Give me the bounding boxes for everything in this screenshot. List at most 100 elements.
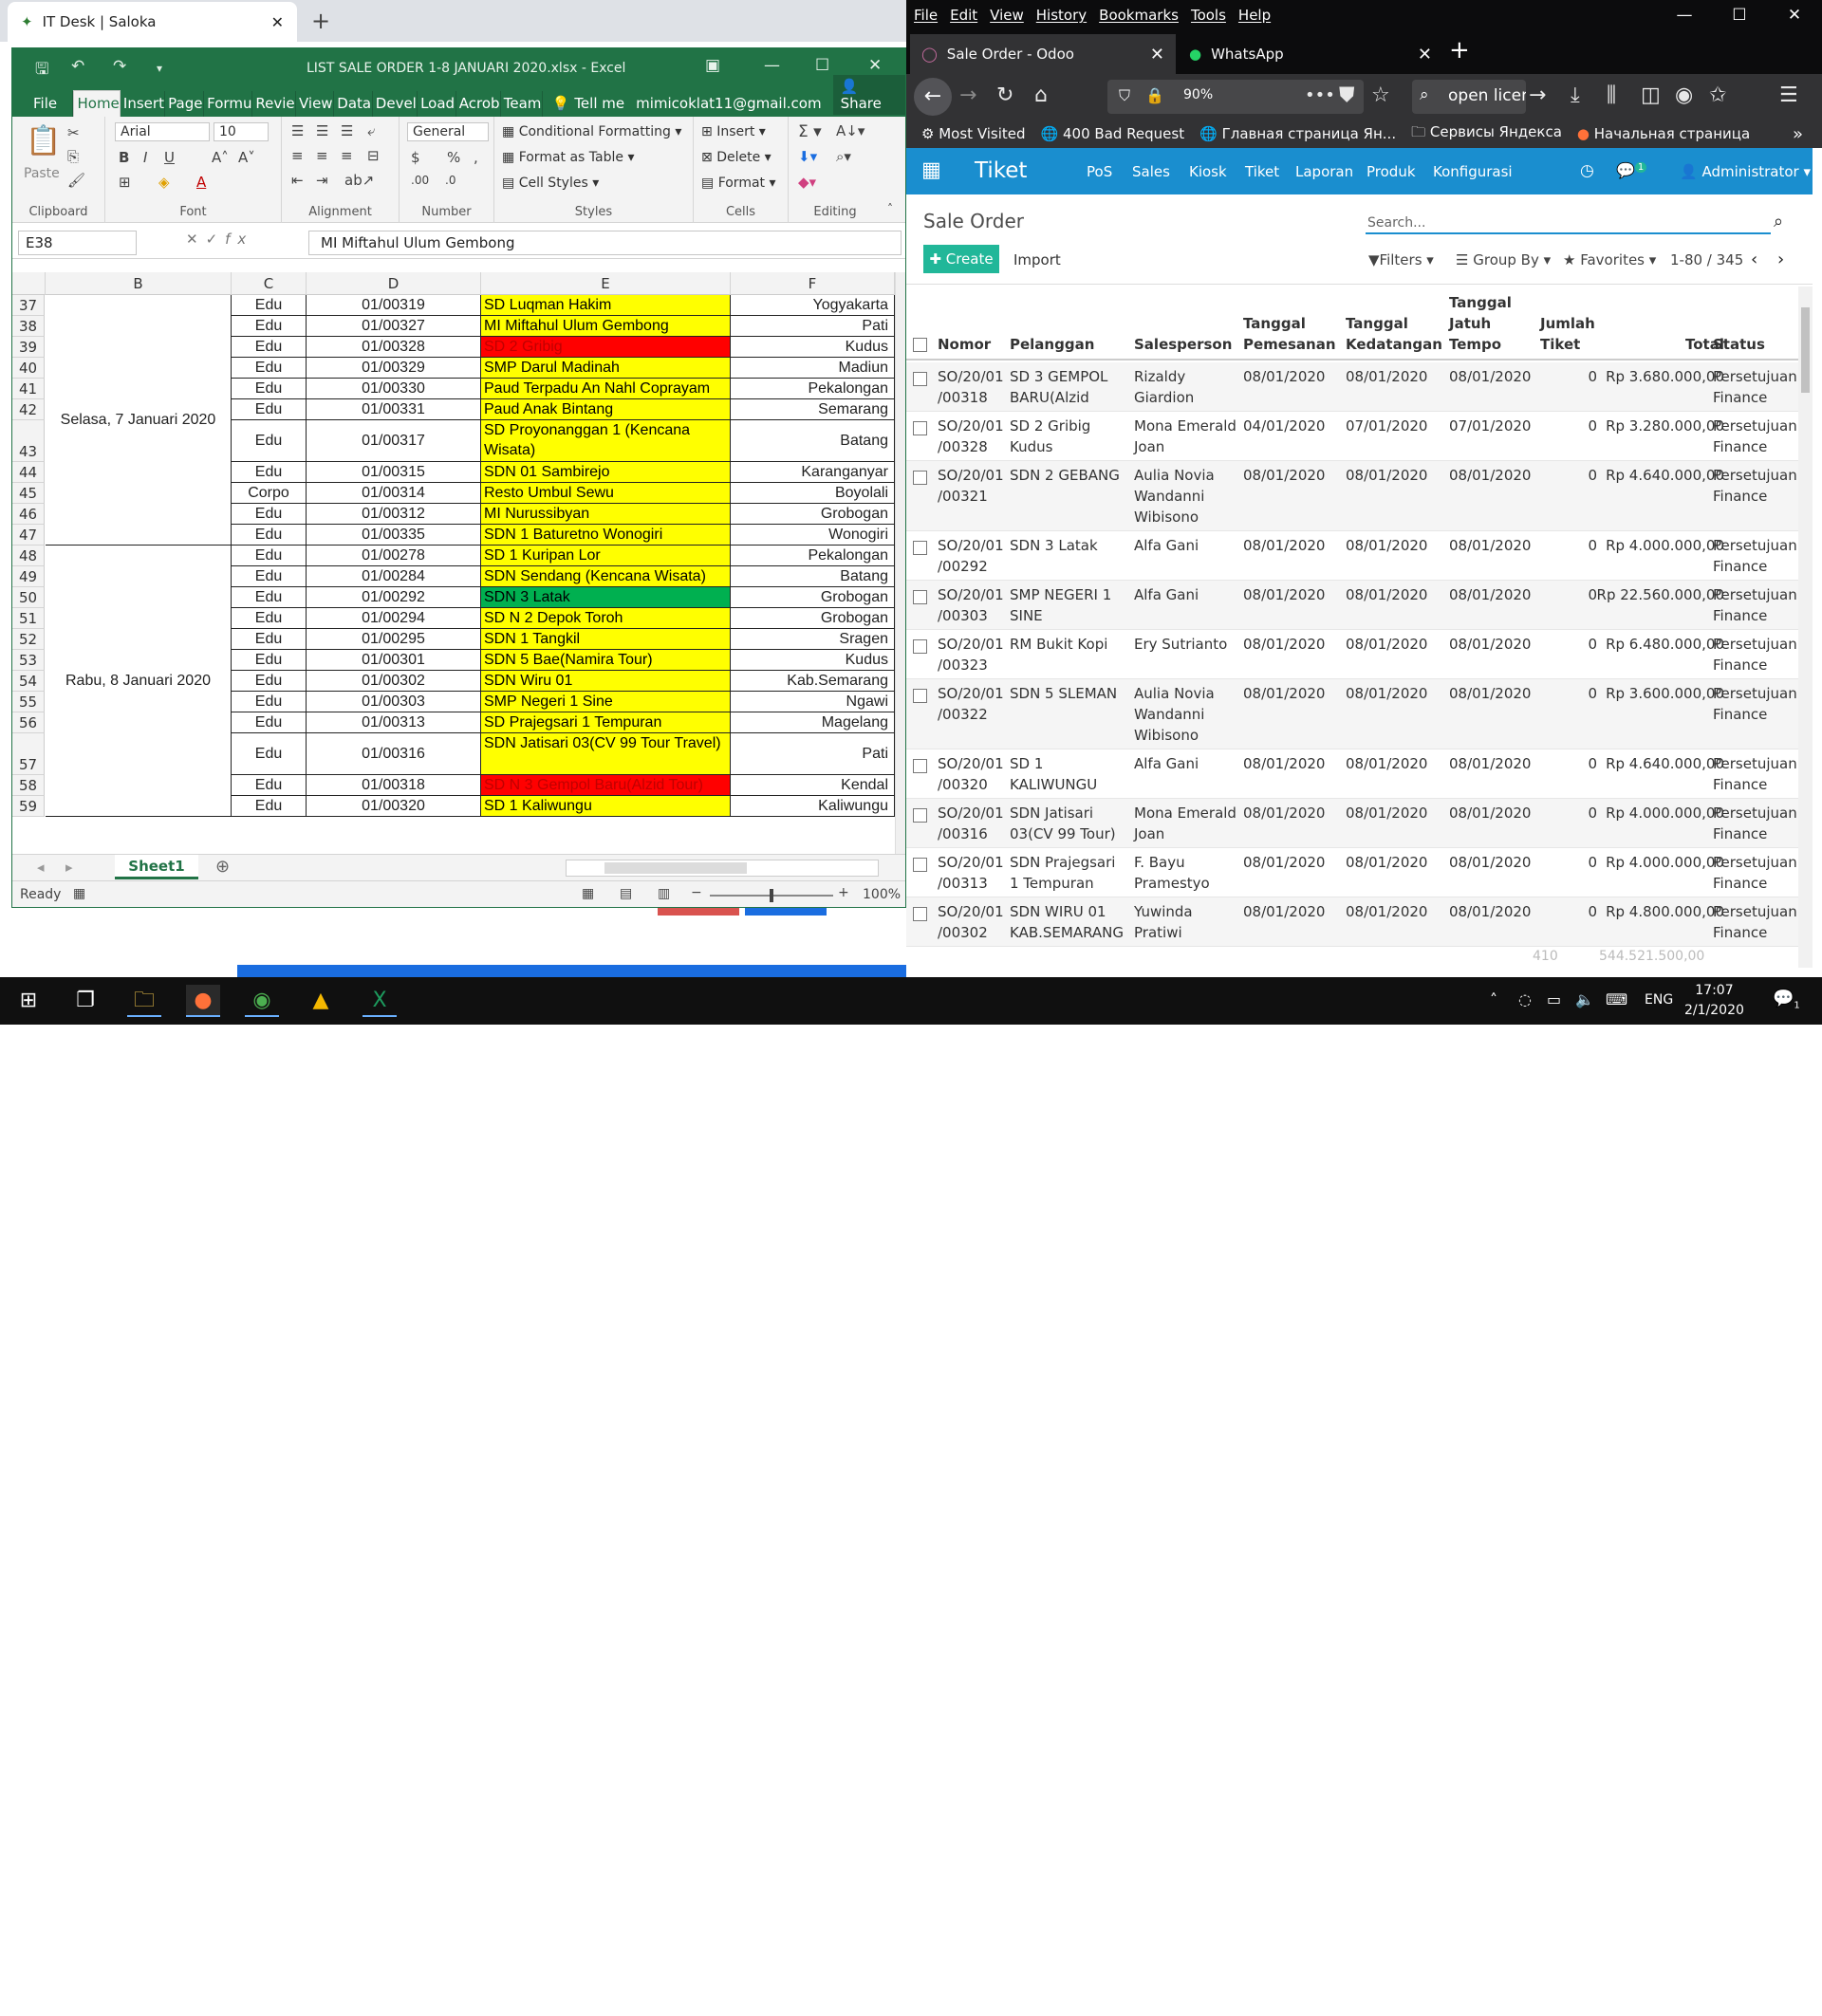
tab-insert[interactable]: Insert <box>121 91 166 117</box>
downloads-icon[interactable]: ⤓ <box>1571 83 1580 107</box>
cell-c[interactable]: Edu <box>232 712 307 733</box>
collapse-ribbon-icon[interactable]: ˄ <box>887 202 893 215</box>
menu-help[interactable]: Help <box>1238 7 1271 24</box>
tab-review[interactable]: Revie <box>252 91 296 117</box>
cell-e[interactable]: SD 1 Kuripan Lor <box>481 546 731 566</box>
tray-overflow-icon[interactable]: ˄ <box>1490 990 1497 1008</box>
menu-view[interactable]: View <box>990 7 1024 24</box>
decrease-font-icon[interactable]: A˅ <box>238 149 255 166</box>
cell-f[interactable]: Madiun <box>731 358 895 379</box>
close-icon[interactable]: ✕ <box>271 13 284 31</box>
row-header[interactable]: 58 <box>12 775 45 796</box>
cell-e[interactable]: SD Luqman Hakim <box>481 295 731 316</box>
notification-icon[interactable]: 💬1 <box>1773 989 1800 1011</box>
table-row[interactable]: SO/20/01 /00302 SDN WIRU 01 KAB.SEMARANG Y… <box>906 897 1798 947</box>
row-header[interactable]: 42 <box>12 399 45 420</box>
row-header[interactable]: 38 <box>12 316 45 337</box>
cell-d[interactable]: 01/00335 <box>307 525 481 546</box>
cell-f[interactable]: Kaliwungu <box>731 796 895 817</box>
tab-file[interactable]: File <box>16 91 74 117</box>
cancel-icon[interactable]: ✕ <box>186 231 206 248</box>
chrome-tab[interactable]: ✦ IT Desk | Saloka ✕ <box>8 2 297 42</box>
drive-icon[interactable]: ▲ <box>304 985 338 1017</box>
account-icon[interactable]: ◉ <box>1675 83 1693 107</box>
row-checkbox[interactable] <box>913 759 927 773</box>
cell-f[interactable]: Pekalongan <box>731 379 895 399</box>
cell-e[interactable]: SD N 3 Gempol Baru(Alzid Tour) <box>481 775 731 796</box>
borders-icon[interactable]: ⊞ <box>119 174 131 191</box>
cell-f[interactable]: Kudus <box>731 337 895 358</box>
tell-me-box[interactable]: 💡 Tell me <box>552 95 624 117</box>
row-checkbox[interactable] <box>913 372 927 386</box>
pager-prev-icon[interactable]: ‹ <box>1751 250 1757 269</box>
cell-f[interactable]: Pati <box>731 733 895 775</box>
cell-c[interactable]: Edu <box>232 462 307 483</box>
enter-icon[interactable]: ✓ <box>206 231 226 248</box>
cell-f[interactable]: Boyolali <box>731 483 895 504</box>
align-center-icon[interactable]: ≡ <box>316 147 328 164</box>
cell-e[interactable]: SD N 2 Depok Toroh <box>481 608 731 629</box>
bookmark-400-bad-request[interactable]: 🌐 400 Bad Request <box>1041 125 1185 142</box>
cell-styles-button[interactable]: ▤ Cell Styles ▾ <box>502 176 599 191</box>
zoom-in-icon[interactable]: + <box>838 885 849 900</box>
cell-c[interactable]: Edu <box>232 295 307 316</box>
back-icon[interactable]: ← <box>914 78 952 116</box>
tab-home[interactable]: Home <box>73 90 121 117</box>
cell-e[interactable]: SDN 01 Sambirejo <box>481 462 731 483</box>
table-row[interactable]: SO/20/01 /00303 SMP NEGERI 1 SINE Alfa Gan… <box>906 581 1798 630</box>
table-row[interactable]: SO/20/01 /00321 SDN 2 GEBANG Aulia Novia W… <box>906 461 1798 531</box>
row-checkbox[interactable] <box>913 541 927 555</box>
row-header[interactable]: 50 <box>12 587 45 608</box>
row-checkbox[interactable] <box>913 808 927 823</box>
tab-sale-order-odoo[interactable]: ◯ Sale Order - Odoo ✕ <box>910 34 1176 74</box>
align-bottom-icon[interactable]: ☰ <box>341 122 353 139</box>
filters-button[interactable]: ▼Filters ▾ <box>1368 251 1434 268</box>
format-as-table-button[interactable]: ▦ Format as Table ▾ <box>502 150 634 165</box>
align-right-icon[interactable]: ≡ <box>341 147 353 164</box>
increase-indent-icon[interactable]: ⇥ <box>316 172 328 189</box>
vertical-scrollbar[interactable] <box>895 272 905 854</box>
merge-center-icon[interactable]: ⊟ <box>367 147 380 164</box>
cell-e[interactable]: SDN 3 Latak <box>481 587 731 608</box>
cell-c[interactable]: Edu <box>232 525 307 546</box>
cell-c[interactable]: Edu <box>232 337 307 358</box>
row-header[interactable]: 45 <box>12 483 45 504</box>
select-all-checkbox[interactable] <box>913 338 927 352</box>
save-icon[interactable]: 🖫 <box>35 57 48 84</box>
number-format-box[interactable]: General <box>407 122 489 141</box>
cell-c[interactable]: Edu <box>232 692 307 712</box>
cell-d[interactable]: 01/00301 <box>307 650 481 671</box>
align-left-icon[interactable]: ≡ <box>291 147 304 164</box>
row-header[interactable]: 54 <box>12 671 45 692</box>
table-row[interactable]: SO/20/01 /00318SD 3 GEMPOL BARU(Alzid To… <box>906 362 1798 427</box>
cell-d[interactable]: 01/00302 <box>307 671 481 692</box>
font-color-icon[interactable]: A <box>196 174 206 191</box>
table-row[interactable]: SO/20/01 /00323 RM Bukit Kopi Ery Sutriant… <box>906 630 1798 679</box>
tab-view[interactable]: View <box>296 91 335 117</box>
currency-icon[interactable]: $ <box>411 149 420 166</box>
cell-d[interactable]: 01/00330 <box>307 379 481 399</box>
cell-e[interactable]: SDN Wiru 01 <box>481 671 731 692</box>
cell-d[interactable]: 01/00317 <box>307 420 481 462</box>
menu-kiosk[interactable]: Kiosk <box>1189 163 1227 180</box>
close-icon[interactable]: ✕ <box>1418 45 1432 65</box>
cell-d[interactable]: 01/00314 <box>307 483 481 504</box>
tab-team[interactable]: Team <box>501 91 543 117</box>
column-header-e[interactable]: E <box>481 272 731 295</box>
cell-f[interactable]: Grobogan <box>731 608 895 629</box>
row-checkbox[interactable] <box>913 689 927 703</box>
close-icon[interactable]: ✕ <box>1767 0 1822 30</box>
row-header[interactable]: 48 <box>12 546 45 566</box>
file-explorer-icon[interactable]: 🗀 <box>127 985 161 1017</box>
column-header-c[interactable]: C <box>232 272 307 295</box>
cell-f[interactable]: Sragen <box>731 629 895 650</box>
horizontal-scrollbar[interactable] <box>566 860 879 877</box>
cell-f[interactable]: Magelang <box>731 712 895 733</box>
cell-e[interactable]: SDN Jatisari 03(CV 99 Tour Travel) <box>481 733 731 775</box>
cell-e[interactable]: SDN Sendang (Kencana Wisata) <box>481 566 731 587</box>
row-checkbox[interactable] <box>913 471 927 485</box>
header-tanggal-kedatangan[interactable]: Tanggal Kedatangan <box>1346 313 1442 355</box>
maximize-icon[interactable]: ☐ <box>815 56 829 75</box>
underline-icon[interactable]: U <box>164 149 175 166</box>
customize-qat-icon[interactable]: ▾ <box>157 62 162 75</box>
